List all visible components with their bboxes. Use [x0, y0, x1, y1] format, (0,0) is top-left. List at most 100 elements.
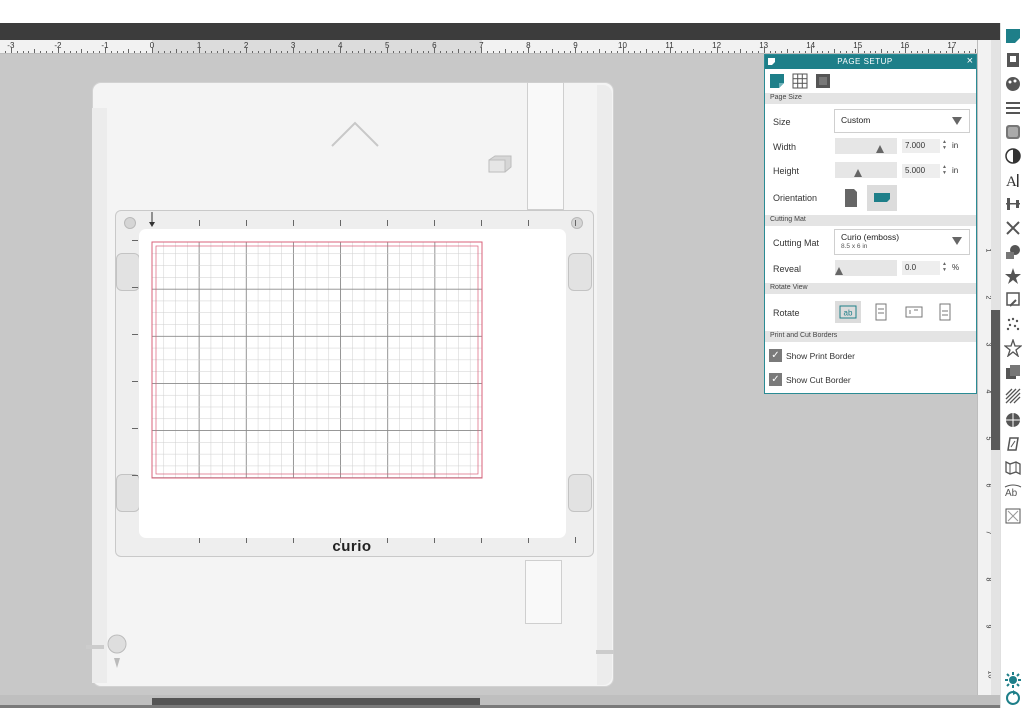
reveal-input[interactable]: 0.0	[902, 261, 940, 275]
ruler-tick	[375, 51, 377, 53]
ruler-tick	[481, 47, 483, 53]
text-style-icon[interactable]: A	[1004, 171, 1022, 189]
vertical-scroll-thumb[interactable]	[991, 310, 1000, 450]
ruler-tick	[804, 51, 806, 53]
pixscan-icon[interactable]	[1004, 507, 1022, 525]
ruler-tick	[475, 51, 477, 53]
page-setup-panel: PAGE SETUP × Page Size Size Custom Width…	[764, 54, 977, 394]
ruler-tick	[557, 51, 559, 53]
width-slider-knob[interactable]	[875, 145, 884, 153]
tab-page-setup-icon[interactable]	[768, 72, 786, 90]
emboss-icon[interactable]	[1004, 435, 1022, 453]
page-grid[interactable]	[150, 240, 484, 480]
registration-marks-icon[interactable]	[1004, 51, 1022, 69]
width-stepper[interactable]: ▲ ▼	[942, 139, 948, 153]
mat-tick	[481, 220, 482, 226]
ruler-tick	[187, 51, 189, 53]
height-slider[interactable]	[835, 162, 897, 178]
trace-icon[interactable]	[1004, 291, 1022, 309]
library-icon[interactable]	[1004, 363, 1022, 381]
close-icon[interactable]: ×	[967, 55, 973, 67]
reveal-slider[interactable]	[835, 260, 897, 276]
landscape-icon[interactable]	[867, 185, 897, 211]
align-icon[interactable]	[1004, 195, 1022, 213]
ruler-tick	[287, 51, 289, 53]
height-slider-knob[interactable]	[853, 169, 862, 177]
ruler-tick	[587, 51, 589, 53]
width-input[interactable]: 7.000	[902, 139, 940, 153]
width-slider[interactable]	[835, 138, 897, 154]
height-input[interactable]: 5.000	[902, 164, 940, 178]
ruler-tick	[822, 51, 824, 53]
reveal-slider-knob[interactable]	[835, 267, 843, 275]
width-label: Width	[773, 142, 797, 152]
modify-icon[interactable]	[1004, 243, 1022, 261]
send-icon[interactable]	[1004, 689, 1022, 707]
ruler-tick	[163, 51, 165, 53]
ruler-tick	[969, 51, 971, 53]
rotate-270-icon[interactable]	[932, 301, 958, 323]
print-border-checkbox[interactable]: ✓	[769, 349, 782, 362]
ruler-tick	[193, 51, 195, 53]
ruler-tick	[893, 51, 895, 53]
shadow-icon[interactable]	[1004, 123, 1022, 141]
ruler-tick	[651, 51, 653, 53]
ruler-tick	[304, 51, 306, 53]
ruler-tick	[498, 51, 500, 53]
ruler-tick	[110, 51, 112, 53]
ruler-tick	[52, 51, 54, 53]
transparency-icon[interactable]	[1004, 147, 1022, 165]
nesting-icon[interactable]	[1004, 411, 1022, 429]
ruler-tick	[210, 51, 212, 53]
size-dropdown[interactable]: Custom	[834, 109, 970, 133]
ruler-tick	[316, 49, 318, 53]
ruler-tick	[675, 51, 677, 53]
replicate-icon[interactable]	[1004, 219, 1022, 237]
sketch-icon[interactable]	[1004, 315, 1022, 333]
warp-icon[interactable]	[1004, 459, 1022, 477]
rotate-0-icon[interactable]: ab	[835, 301, 861, 323]
mat-tick	[132, 334, 138, 335]
line-style-icon[interactable]	[1004, 99, 1022, 117]
ruler-tick	[681, 51, 683, 53]
portrait-icon[interactable]	[835, 185, 865, 211]
cutting-mat-dropdown[interactable]: Curio (emboss) 8.5 x 6 in	[834, 229, 970, 255]
section-borders: Print and Cut Borders	[765, 331, 976, 342]
ruler-tick	[757, 51, 759, 53]
ruler-tick	[810, 47, 812, 53]
ruler-tick	[293, 47, 295, 53]
ruler-tick	[204, 51, 206, 53]
vertical-scrollbar[interactable]	[991, 40, 1000, 695]
ruler-tick	[116, 51, 118, 53]
reveal-stepper[interactable]: ▲ ▼	[942, 261, 948, 275]
panel-title-bar[interactable]: PAGE SETUP ×	[765, 55, 976, 69]
settings-icon[interactable]	[1004, 671, 1022, 689]
origin-arrow-icon	[149, 212, 155, 227]
ruler-tick	[469, 51, 471, 53]
rotate-90-icon[interactable]	[868, 301, 894, 323]
fill-pattern-icon[interactable]	[1004, 387, 1022, 405]
offset-icon[interactable]	[1004, 267, 1022, 285]
fill-panel-icon[interactable]	[1004, 75, 1022, 93]
ruler-tick	[263, 51, 265, 53]
ruler-tick	[222, 49, 224, 53]
tab-background-icon[interactable]	[814, 72, 832, 90]
ruler-tick	[693, 49, 695, 53]
height-stepper[interactable]: ▲ ▼	[942, 164, 948, 178]
section-page-size: Page Size	[765, 93, 976, 104]
page-setup-icon[interactable]	[1004, 27, 1022, 45]
machine-slot-bottom	[525, 560, 562, 624]
machine-foot-left	[86, 645, 104, 649]
ruler-tick	[322, 51, 324, 53]
ruler-tick	[798, 51, 800, 53]
tab-grid-icon[interactable]	[791, 72, 809, 90]
ruler-tick	[81, 49, 83, 53]
height-label: Height	[773, 166, 800, 176]
text-effect-icon[interactable]: Ab	[1004, 483, 1022, 501]
ruler-tick	[575, 47, 577, 53]
ruler-tick	[781, 51, 783, 53]
star-icon[interactable]	[1004, 339, 1022, 357]
cut-border-checkbox[interactable]: ✓	[769, 373, 782, 386]
chevron-down-icon	[952, 237, 962, 245]
rotate-180-icon[interactable]	[901, 301, 927, 323]
